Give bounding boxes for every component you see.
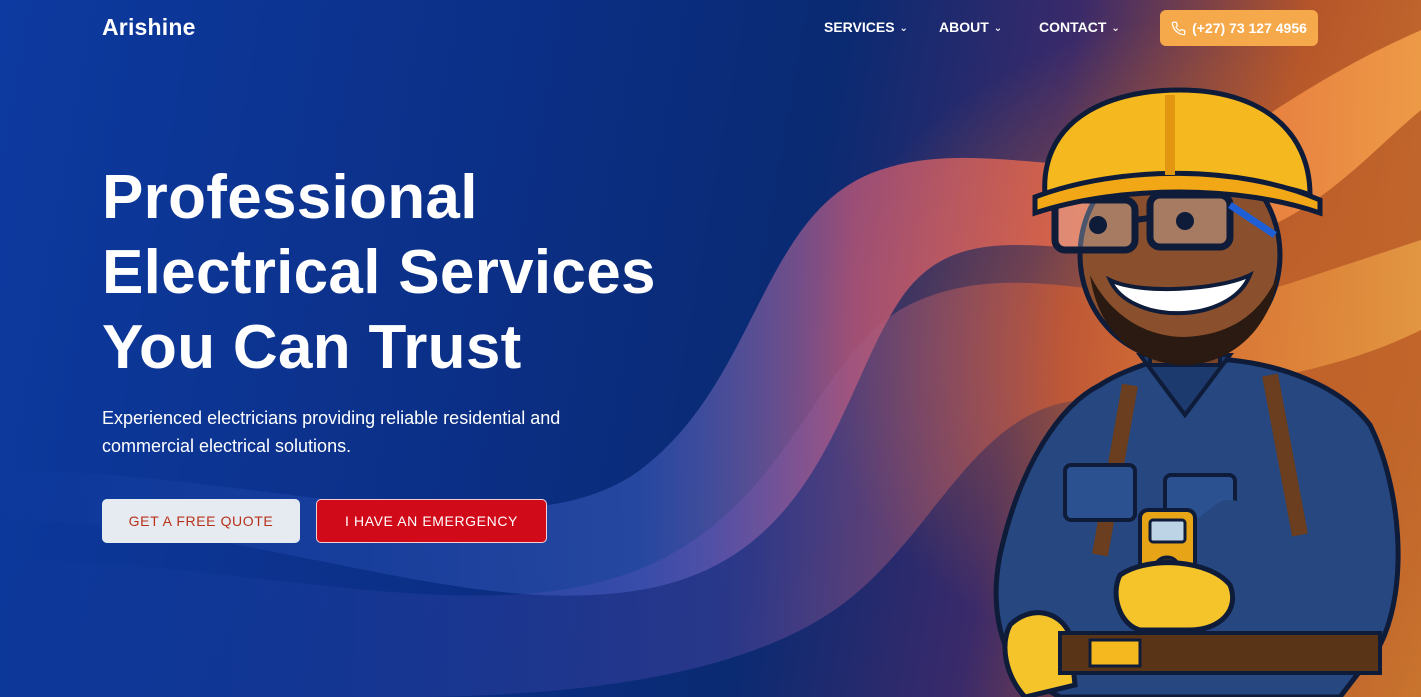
electrician-mascot-illustration — [993, 87, 1401, 697]
free-quote-button[interactable]: GET A FREE QUOTE — [102, 499, 300, 543]
headline-line: You Can Trust — [102, 313, 522, 382]
top-navbar: Arishine SERVICES ⌄ ABOUT ⌄ CONTACT ⌄ (+… — [0, 0, 1421, 58]
nav-item-services[interactable]: SERVICES ⌄ — [824, 19, 908, 35]
hero-subtext: Experienced electricians providing relia… — [102, 408, 561, 456]
phone-number: (+27) 73 127 4956 — [1192, 20, 1307, 36]
nav-item-contact[interactable]: CONTACT ⌄ — [1039, 19, 1120, 35]
nav-item-label: SERVICES — [824, 19, 895, 35]
emergency-button[interactable]: I HAVE AN EMERGENCY — [316, 499, 547, 543]
chevron-down-icon: ⌄ — [993, 22, 1003, 34]
nav-item-label: CONTACT — [1039, 19, 1107, 35]
brand-logo[interactable]: Arishine — [102, 14, 196, 41]
phone-call-button[interactable]: (+27) 73 127 4956 — [1160, 10, 1318, 46]
phone-icon — [1171, 21, 1186, 35]
chevron-down-icon: ⌄ — [1111, 22, 1120, 34]
headline-line: Professional — [102, 163, 478, 232]
chevron-down-icon: ⌄ — [899, 22, 908, 34]
hero-headline: Professional Electrical Services You Can… — [102, 160, 702, 385]
nav-item-about[interactable]: ABOUT ⌄ — [939, 19, 1002, 35]
headline-line: Electrical Services — [102, 238, 656, 307]
nav-item-label: ABOUT — [939, 19, 989, 35]
